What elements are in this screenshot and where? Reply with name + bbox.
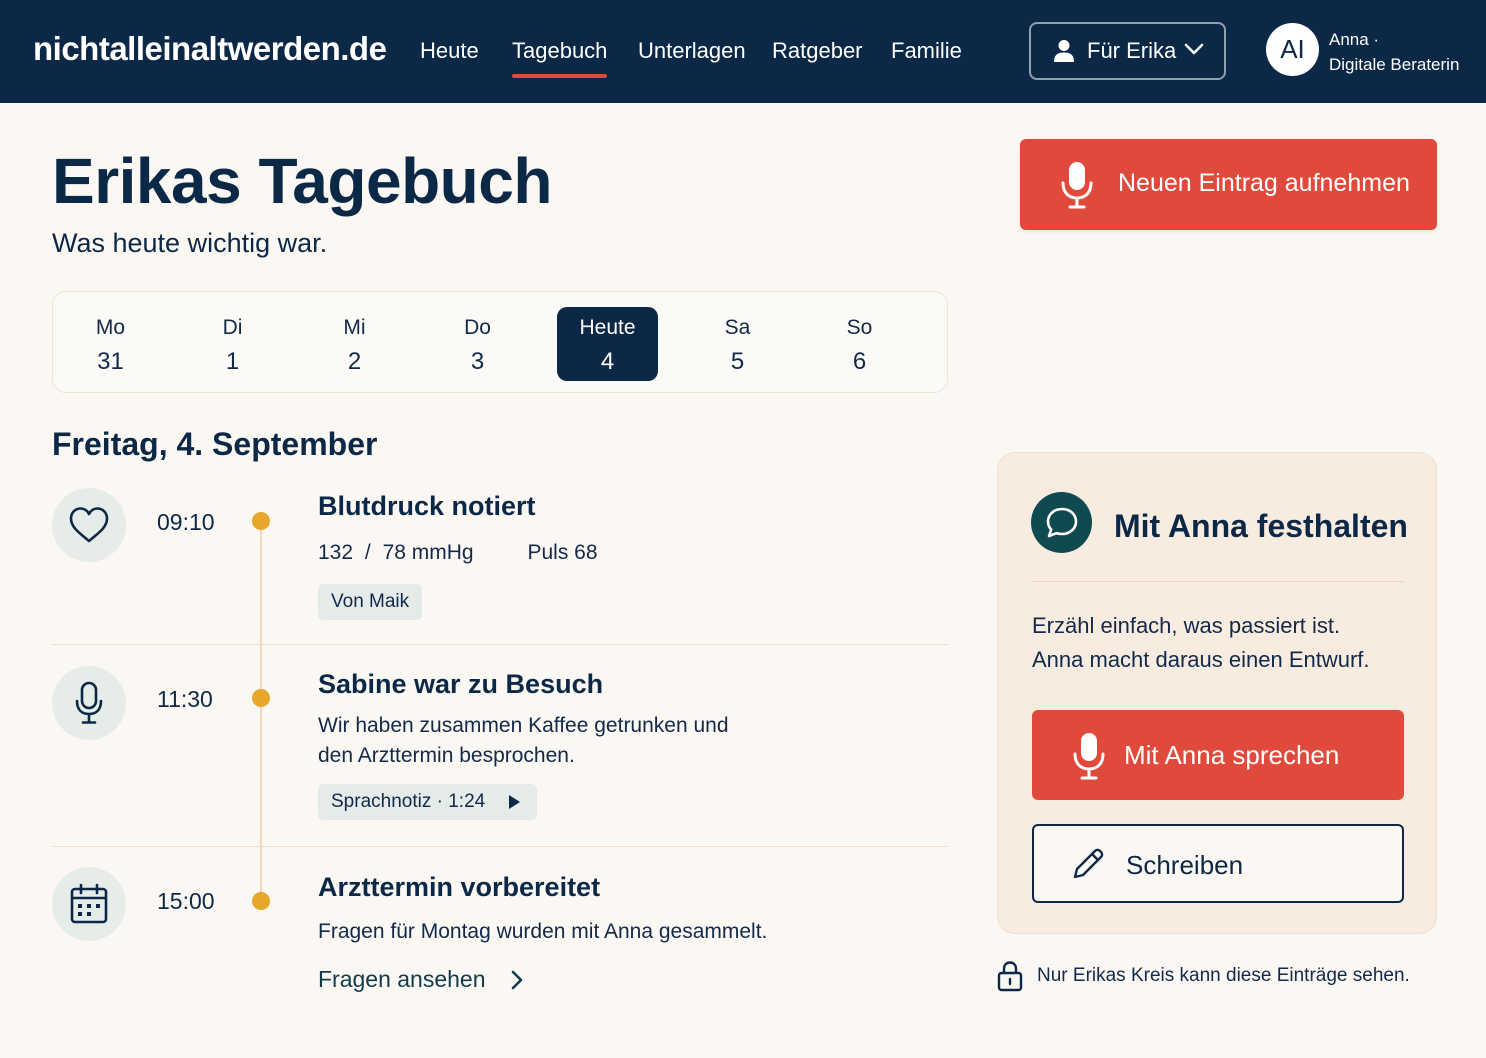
chevron-right-icon <box>511 970 522 989</box>
day-name: Mi <box>343 316 366 339</box>
day-date: 3 <box>470 348 485 375</box>
user-icon <box>1054 40 1074 62</box>
person-select-label: Für Erika <box>1087 38 1177 63</box>
page-title: Erikas Tagebuch <box>52 145 552 217</box>
week-day-selector: Mo 31 Di 1 Mi 2 Do 3 Heute 4 Sa 5 So 6 <box>52 291 948 393</box>
bp-separator: / <box>364 541 371 564</box>
write-button[interactable]: Schreiben <box>1032 824 1404 903</box>
privacy-note: Nur Erikas Kreis kann diese Einträge seh… <box>997 960 1410 992</box>
date-heading: Freitag, 4. September <box>52 426 378 462</box>
pulse-value: Puls 68 <box>527 541 598 564</box>
user-role: Digitale Beraterin <box>1329 55 1460 74</box>
assistant-panel-title: Mit Anna festhalten <box>1114 508 1408 544</box>
entry-text-line: den Arzttermin besprochen. <box>318 744 575 767</box>
nav-item-heute[interactable]: Heute <box>420 38 479 64</box>
new-entry-record-label: Neuen Eintrag aufnehmen <box>1118 169 1410 197</box>
calendar-icon <box>70 883 108 924</box>
write-label: Schreiben <box>1126 850 1244 880</box>
day-date: 2 <box>347 348 362 375</box>
entry-time: 15:00 <box>157 888 215 914</box>
privacy-note-text: Nur Erikas Kreis kann diese Einträge seh… <box>1037 965 1410 986</box>
chat-bubble-icon-svg <box>1046 507 1077 537</box>
chevron-down-icon <box>1184 43 1204 55</box>
user-avatar[interactable]: AI <box>1266 23 1319 76</box>
speak-with-anna-button[interactable]: Mit Anna sprechen <box>1032 710 1404 800</box>
day-mo-31[interactable]: Mo 31 <box>60 307 161 381</box>
timeline-line <box>260 521 262 901</box>
bp-unit: mmHg <box>411 541 474 564</box>
person-select-dropdown[interactable]: Für Erika <box>1029 22 1226 80</box>
entry-divider <box>52 644 948 645</box>
page-subtitle: Was heute wichtig war. <box>52 228 328 258</box>
timeline-dot <box>252 512 270 530</box>
nav-item-tagebuch[interactable]: Tagebuch <box>512 38 608 78</box>
assistant-panel-text: Erzähl einfach, was passiert ist. <box>1032 613 1341 638</box>
pencil-icon <box>1073 848 1104 879</box>
diastolic-value: 78 <box>382 541 406 564</box>
assistant-panel: Mit Anna festhalten Erzähl einfach, was … <box>997 452 1437 934</box>
day-di-1[interactable]: Di 1 <box>182 307 283 381</box>
voice-note-label: Sprachnotiz · 1:24 <box>331 791 486 812</box>
view-questions-link[interactable]: Fragen ansehen <box>318 966 524 993</box>
panel-divider <box>1032 581 1404 582</box>
entry-icon-heart <box>52 488 126 562</box>
day-name: Heute <box>579 316 636 339</box>
brand-logo[interactable]: nichtalleinaltwerden.de <box>33 30 387 68</box>
lock-icon <box>997 961 1023 992</box>
timeline-dot <box>252 689 270 707</box>
day-date: 4 <box>600 348 615 375</box>
play-icon[interactable] <box>507 794 521 810</box>
nav-item-ratgeber[interactable]: Ratgeber <box>772 38 863 64</box>
day-date: 1 <box>225 348 240 375</box>
entry-icon-microphone <box>52 666 126 740</box>
speak-with-anna-label: Mit Anna sprechen <box>1124 740 1340 770</box>
entry-text-line: Wir haben zusammen Kaffee getrunken und <box>318 714 729 737</box>
entry-text-line: Fragen für Montag wurden mit Anna gesamm… <box>318 920 768 943</box>
assistant-panel-text: Anna macht daraus einen Entwurf. <box>1032 647 1370 672</box>
systolic-value: 132 <box>318 541 354 564</box>
day-name: Sa <box>724 316 751 339</box>
day-mi-2[interactable]: Mi 2 <box>304 307 405 381</box>
user-name: Anna · <box>1329 30 1380 49</box>
day-do-3[interactable]: Do 3 <box>427 307 528 381</box>
entry-title[interactable]: Arzttermin vorbereitet <box>318 872 600 903</box>
top-navigation-bar: nichtalleinaltwerden.de Heute Tagebuch U… <box>0 0 1486 103</box>
chat-bubble-icon <box>1031 492 1092 553</box>
microphone-icon <box>1061 162 1093 209</box>
entry-time: 11:30 <box>157 686 213 712</box>
timeline-dot <box>252 892 270 910</box>
day-today-4[interactable]: Heute 4 <box>557 307 658 381</box>
entry-title[interactable]: Sabine war zu Besuch <box>318 669 603 700</box>
day-date: 31 <box>97 348 124 375</box>
day-name: Do <box>464 316 491 339</box>
microphone-icon <box>75 681 103 724</box>
voice-note-player[interactable]: Sprachnotiz · 1:24 <box>318 784 538 820</box>
day-date: 6 <box>852 348 867 375</box>
day-sa-5[interactable]: Sa 5 <box>687 307 788 381</box>
entry-divider <box>52 846 948 847</box>
entry-time: 09:10 <box>157 509 215 535</box>
day-so-6[interactable]: So 6 <box>809 307 910 381</box>
entry-title[interactable]: Blutdruck notiert <box>318 491 536 522</box>
day-date: 5 <box>730 348 745 375</box>
day-name: Di <box>222 316 243 339</box>
microphone-icon <box>1073 733 1105 780</box>
entry-icon-calendar <box>52 867 126 941</box>
nav-item-familie[interactable]: Familie <box>891 38 962 64</box>
blood-pressure-values: 132 / 78 mmHg Puls 68 <box>318 538 598 568</box>
author-chip: Von Maik <box>318 584 423 620</box>
day-name: So <box>846 316 873 339</box>
view-questions-label: Fragen ansehen <box>318 966 486 992</box>
heart-icon <box>69 507 109 543</box>
nav-item-unterlagen[interactable]: Unterlagen <box>638 38 746 64</box>
new-entry-record-button[interactable]: Neuen Eintrag aufnehmen <box>1020 139 1437 230</box>
day-name: Mo <box>95 316 126 339</box>
